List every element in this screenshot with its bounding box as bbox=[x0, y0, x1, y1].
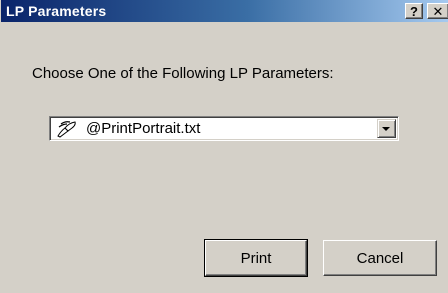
lp-parameter-select[interactable]: @PrintPortrait.txt bbox=[49, 116, 399, 141]
print-button[interactable]: Print bbox=[204, 239, 308, 277]
window-title: LP Parameters bbox=[6, 3, 107, 19]
cancel-button[interactable]: Cancel bbox=[323, 240, 437, 276]
prompt-label: Choose One of the Following LP Parameter… bbox=[32, 65, 334, 82]
chevron-down-icon[interactable] bbox=[377, 119, 396, 138]
close-icon: ✕ bbox=[432, 3, 444, 19]
help-button[interactable]: ? bbox=[405, 3, 423, 19]
lp-parameters-dialog: LP Parameters ? ✕ Choose One of the Foll… bbox=[0, 0, 448, 293]
selected-parameter: @PrintPortrait.txt bbox=[86, 120, 201, 137]
lp-parameter-icon bbox=[57, 121, 76, 138]
help-icon: ? bbox=[410, 3, 418, 19]
title-bar[interactable]: LP Parameters ? ✕ bbox=[1, 0, 448, 22]
close-button[interactable]: ✕ bbox=[427, 3, 448, 19]
